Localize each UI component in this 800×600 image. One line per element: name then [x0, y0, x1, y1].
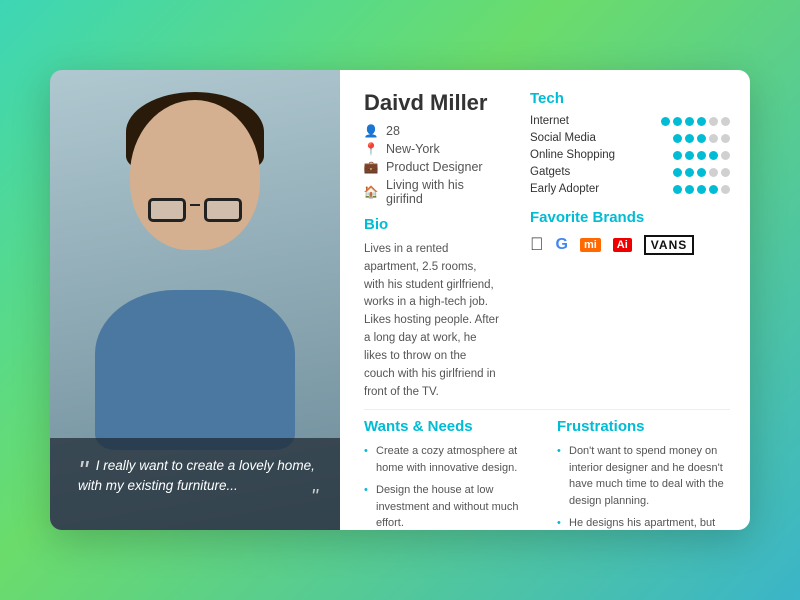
meta-job: 💼 Product Designer	[364, 160, 500, 174]
tech-dots	[673, 185, 730, 194]
tech-row-internet: Internet	[530, 115, 730, 127]
job-icon: 💼	[364, 160, 378, 174]
divider	[364, 409, 730, 410]
vans-brand-icon: VANS	[644, 235, 694, 255]
wants-list: Create a cozy atmosphere at home with in…	[364, 443, 537, 530]
tech-dots	[673, 151, 730, 160]
tech-row-shopping: Online Shopping	[530, 149, 730, 161]
dot	[721, 117, 730, 126]
meta-living: 🏠 Living with his girifind	[364, 178, 500, 206]
living-value: Living with his girifind	[386, 178, 500, 206]
tech-label: Gatgets	[530, 166, 620, 178]
tech-row-social: Social Media	[530, 132, 730, 144]
location-value: New-York	[386, 142, 440, 156]
tech-label: Early Adopter	[530, 183, 620, 195]
frustrations-list: Don't want to spend money on interior de…	[557, 443, 730, 530]
dot	[673, 185, 682, 194]
profile-meta: 👤 28 📍 New-York 💼 Product Designer	[364, 124, 500, 206]
dot	[685, 151, 694, 160]
body-shape	[95, 290, 295, 450]
dot	[709, 168, 718, 177]
home-icon: 🏠	[364, 185, 378, 199]
bio-section: Bio Lives in a rented apartment, 2.5 roo…	[364, 216, 500, 401]
list-item: He designs his apartment, but he thinks …	[557, 515, 730, 530]
dot	[673, 151, 682, 160]
dot	[673, 134, 682, 143]
age-icon: 👤	[364, 124, 378, 138]
tech-section: Tech Internet Soci	[530, 90, 730, 255]
dot	[697, 117, 706, 126]
glass-right	[204, 198, 242, 222]
tech-row-gadgets: Gatgets	[530, 166, 730, 178]
brands-icons:  G mi Ai VANS	[530, 234, 730, 255]
wants-section: Wants & Needs Create a cozy atmosphere a…	[364, 418, 537, 530]
wants-title: Wants & Needs	[364, 418, 537, 435]
dot	[709, 185, 718, 194]
dot	[661, 117, 670, 126]
header-meta-row: Daivd Miller 👤 28 📍 New-York 💼 Produc	[364, 90, 730, 401]
dot	[721, 185, 730, 194]
tech-label: Social Media	[530, 132, 620, 144]
dot	[697, 151, 706, 160]
glass-bridge	[190, 204, 200, 206]
quote-overlay: " I really want to create a lovely home,…	[50, 438, 340, 530]
tech-row-adopter: Early Adopter	[530, 183, 730, 195]
job-value: Product Designer	[386, 160, 483, 174]
close-quote-icon: "	[311, 482, 318, 512]
location-icon: 📍	[364, 142, 378, 156]
dot	[721, 151, 730, 160]
age-value: 28	[386, 124, 400, 138]
dot	[709, 134, 718, 143]
glasses-shape	[148, 198, 242, 222]
bio-title: Bio	[364, 216, 500, 233]
dot	[685, 117, 694, 126]
persona-card: " I really want to create a lovely home,…	[50, 70, 750, 530]
bio-text: Lives in a rented apartment, 2.5 rooms, …	[364, 241, 500, 401]
head-shape	[130, 100, 260, 250]
frustrations-section: Frustrations Don't want to spend money o…	[557, 418, 730, 530]
tech-rows: Internet Social Media	[530, 115, 730, 195]
card-right-panel: Daivd Miller 👤 28 📍 New-York 💼 Produc	[340, 70, 750, 530]
adobe-brand-icon: Ai	[613, 238, 632, 252]
dot	[685, 134, 694, 143]
tech-dots	[673, 168, 730, 177]
glass-left	[148, 198, 186, 222]
list-item: Don't want to spend money on interior de…	[557, 443, 730, 509]
dot	[709, 117, 718, 126]
tech-dots	[661, 117, 730, 126]
google-brand-icon: G	[556, 236, 568, 254]
dot	[697, 185, 706, 194]
list-item: Design the house at low investment and w…	[364, 482, 537, 530]
tech-label: Online Shopping	[530, 149, 620, 161]
tech-title: Tech	[530, 90, 730, 107]
tech-label: Internet	[530, 115, 620, 127]
meta-location: 📍 New-York	[364, 142, 500, 156]
mi-brand-icon: mi	[580, 238, 601, 252]
profile-name: Daivd Miller	[364, 90, 500, 116]
list-item: Create a cozy atmosphere at home with in…	[364, 443, 537, 476]
dot	[673, 168, 682, 177]
dot	[697, 134, 706, 143]
apple-brand-icon: 	[530, 234, 544, 255]
dot	[721, 168, 730, 177]
left-col: Daivd Miller 👤 28 📍 New-York 💼 Produc	[364, 90, 500, 401]
dot	[697, 168, 706, 177]
quote-text: I really want to create a lovely home, w…	[78, 458, 315, 493]
dot	[673, 117, 682, 126]
bottom-row: Wants & Needs Create a cozy atmosphere a…	[364, 418, 730, 530]
brands-title: Favorite Brands	[530, 209, 730, 226]
frustrations-title: Frustrations	[557, 418, 730, 435]
meta-age: 👤 28	[364, 124, 500, 138]
card-left-panel: " I really want to create a lovely home,…	[50, 70, 340, 530]
dot	[709, 151, 718, 160]
tech-dots	[673, 134, 730, 143]
brands-section: Favorite Brands  G mi Ai VANS	[530, 209, 730, 255]
dot	[685, 185, 694, 194]
dot	[721, 134, 730, 143]
profile-header: Daivd Miller 👤 28 📍 New-York 💼 Produc	[364, 90, 500, 206]
dot	[685, 168, 694, 177]
